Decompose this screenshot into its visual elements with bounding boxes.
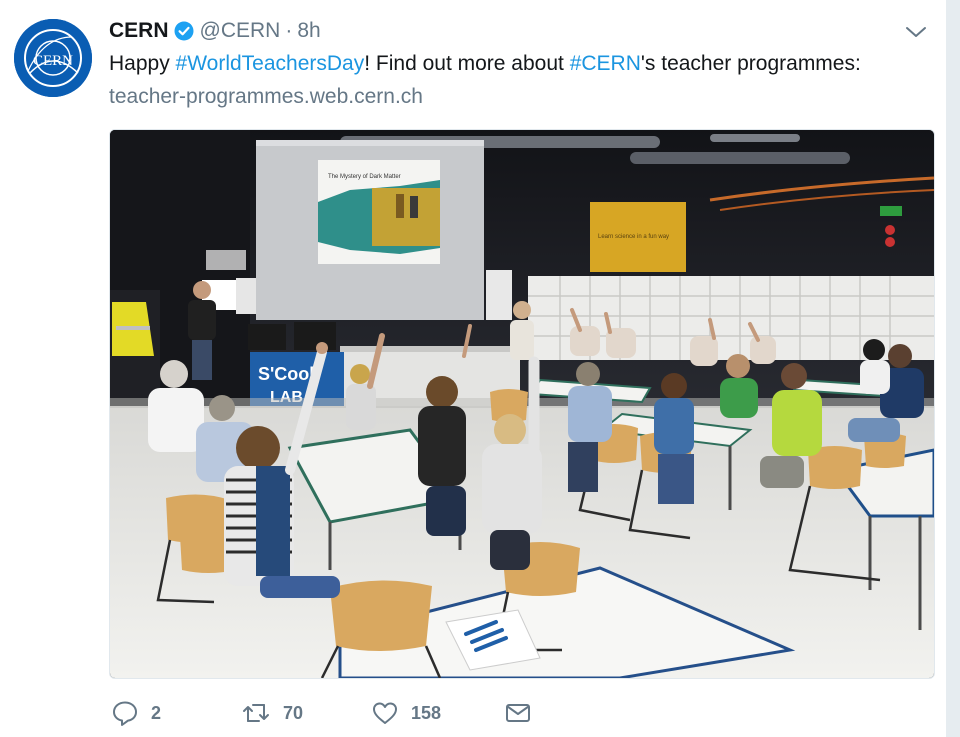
text-part: Happy xyxy=(109,52,176,75)
tweet-timestamp[interactable]: 8h xyxy=(297,19,320,43)
page-right-rail xyxy=(946,0,960,737)
text-part: 's teacher programmes: xyxy=(640,52,861,75)
avatar-logo-text: CERN xyxy=(33,53,73,69)
hashtag-worldteachersday[interactable]: #WorldTeachersDay xyxy=(176,52,365,75)
classroom-photo-illustration: The Mystery of Dark Matter Learn science… xyxy=(110,130,934,678)
user-handle[interactable]: @CERN xyxy=(200,19,281,43)
verified-badge-icon xyxy=(174,21,194,41)
retweet-button[interactable]: 70 xyxy=(241,699,371,727)
like-count: 158 xyxy=(411,702,442,723)
booth-sign-text: S'Cool xyxy=(258,364,314,384)
like-button[interactable]: 158 xyxy=(371,699,504,727)
tweet-photo[interactable]: The Mystery of Dark Matter Learn science… xyxy=(109,129,935,679)
tweet-link[interactable]: teacher-programmes.web.cern.ch xyxy=(109,82,423,112)
display-name[interactable]: CERN xyxy=(109,19,169,43)
tweet-text: Happy #WorldTeachersDay! Find out more a… xyxy=(109,49,939,79)
retweet-count: 70 xyxy=(283,702,304,723)
cern-logo-icon: CERN xyxy=(14,19,92,97)
reply-button[interactable]: 2 xyxy=(111,699,241,727)
separator-dot: · xyxy=(285,19,293,42)
chevron-down-icon[interactable] xyxy=(904,20,928,44)
direct-message-button[interactable] xyxy=(504,699,532,727)
text-part: ! Find out more about xyxy=(364,52,570,75)
tweet-actions: 2 70 158 xyxy=(111,698,532,728)
hashtag-cern[interactable]: #CERN xyxy=(570,52,641,75)
slide-title: The Mystery of Dark Matter xyxy=(328,174,401,180)
avatar[interactable]: CERN xyxy=(14,19,92,97)
wall-banner-text: Learn science in a fun way xyxy=(598,234,669,240)
like-icon xyxy=(371,699,399,727)
reply-count: 2 xyxy=(151,702,162,723)
reply-icon xyxy=(111,699,139,727)
retweet-icon xyxy=(241,699,271,727)
direct-message-icon xyxy=(504,699,532,727)
tweet-header: CERN @CERN · 8h xyxy=(109,16,321,46)
